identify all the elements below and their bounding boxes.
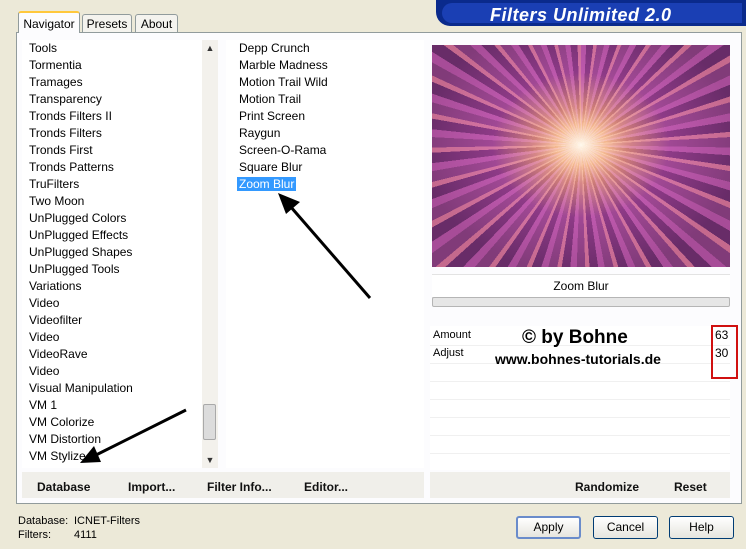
param-row — [430, 382, 730, 400]
category-item[interactable]: Transparency — [22, 91, 202, 108]
param-row — [430, 436, 730, 454]
filter-list[interactable]: Depp Crunch Marble Madness Motion Trail Wi… — [226, 40, 424, 468]
tab-presets[interactable]: Presets — [82, 14, 132, 32]
status-filters-label: Filters: — [18, 529, 51, 541]
status-database-label: Database: — [18, 515, 69, 527]
tab-navigator[interactable]: Navigator — [18, 11, 80, 33]
filter-item-label: Motion Trail — [239, 92, 302, 106]
scrollbar-thumb[interactable] — [203, 404, 216, 440]
category-list[interactable]: Tools Tormentia Tramages Transparency Tronds… — [22, 40, 202, 468]
category-item[interactable]: UnPlugged Colors — [22, 210, 202, 227]
category-item[interactable]: VM Colorize — [22, 414, 202, 431]
navigator-button-bar: Database Import... Filter Info... Editor… — [22, 472, 424, 498]
category-item[interactable]: UnPlugged Effects — [22, 227, 202, 244]
category-item[interactable]: VM 1 — [22, 397, 202, 414]
param-label: Adjust — [433, 347, 464, 359]
category-item[interactable]: Video — [22, 363, 202, 380]
category-item[interactable]: Tronds First — [22, 142, 202, 159]
status-filters-value: 4111 — [74, 529, 97, 541]
tab-about[interactable]: About — [135, 14, 178, 32]
scroll-down-icon[interactable]: ▼ — [202, 452, 218, 468]
param-row — [430, 418, 730, 436]
filter-item-label: Zoom Blur — [237, 177, 297, 191]
database-button[interactable]: Database — [37, 480, 90, 494]
category-item[interactable]: Tronds Filters II — [22, 108, 202, 125]
filter-item[interactable]: Square Blur — [226, 159, 424, 176]
status-database-value: ICNET-Filters — [74, 515, 140, 527]
category-item[interactable]: Video — [22, 329, 202, 346]
title-banner: Filters Unlimited 2.0 — [436, 0, 746, 26]
watermark-website: www.bohnes-tutorials.de — [495, 351, 661, 367]
filter-item[interactable]: Marble Madness — [226, 57, 424, 74]
category-item[interactable]: Visual Manipulation — [22, 380, 202, 397]
filter-item[interactable]: Raygun — [226, 125, 424, 142]
category-item[interactable]: Videofilter — [22, 312, 202, 329]
filter-item[interactable]: Depp Crunch — [226, 40, 424, 57]
category-item[interactable]: UnPlugged Shapes — [22, 244, 202, 261]
preview-progress-bar — [432, 297, 730, 307]
category-item[interactable]: Two Moon — [22, 193, 202, 210]
cancel-button[interactable]: Cancel — [593, 516, 658, 539]
category-item[interactable]: VM Distortion — [22, 431, 202, 448]
title-banner-inner: Filters Unlimited 2.0 — [442, 3, 742, 25]
reset-button[interactable]: Reset — [674, 480, 707, 494]
category-item[interactable]: Tramages — [22, 74, 202, 91]
category-item[interactable]: Video — [22, 295, 202, 312]
category-item[interactable]: VideoRave — [22, 346, 202, 363]
category-item[interactable]: Tronds Filters — [22, 125, 202, 142]
filter-item-label: Depp Crunch — [239, 41, 310, 55]
filter-item-label: Raygun — [239, 126, 281, 140]
help-button[interactable]: Help — [669, 516, 734, 539]
category-item[interactable]: UnPlugged Tools — [22, 261, 202, 278]
randomize-button[interactable]: Randomize — [575, 480, 639, 494]
category-scrollbar[interactable]: ▲ ▼ — [202, 40, 218, 468]
app-title: Filters Unlimited 2.0 — [490, 5, 672, 25]
category-item[interactable]: Tools — [22, 40, 202, 57]
filter-item-label: Marble Madness — [239, 58, 328, 72]
filter-item-label: Motion Trail Wild — [239, 75, 328, 89]
category-item[interactable]: Tormentia — [22, 57, 202, 74]
category-item[interactable]: VM Stylize — [22, 448, 202, 465]
filter-item[interactable]: Screen-O-Rama — [226, 142, 424, 159]
filter-item-label: Print Screen — [239, 109, 306, 123]
filter-item-label: Square Blur — [239, 160, 303, 174]
filter-info-button[interactable]: Filter Info... — [207, 480, 272, 494]
filter-item[interactable]: Motion Trail Wild — [226, 74, 424, 91]
preview-button-bar: Randomize Reset — [430, 472, 730, 498]
editor-button[interactable]: Editor... — [304, 480, 348, 494]
preview-image — [432, 45, 730, 267]
category-item[interactable]: TruFilters — [22, 176, 202, 193]
preview-filter-name: Zoom Blur — [432, 274, 730, 298]
filter-item-label: Screen-O-Rama — [239, 143, 327, 157]
scroll-up-icon[interactable]: ▲ — [202, 40, 218, 56]
filter-item[interactable]: Zoom Blur — [226, 176, 424, 193]
apply-button[interactable]: Apply — [516, 516, 581, 539]
filter-item[interactable]: Motion Trail — [226, 91, 424, 108]
param-row — [430, 400, 730, 418]
filter-item[interactable]: Print Screen — [226, 108, 424, 125]
param-label: Amount — [433, 329, 471, 341]
value-highlight-box — [711, 325, 738, 379]
import-button[interactable]: Import... — [128, 480, 175, 494]
category-item[interactable]: Tronds Patterns — [22, 159, 202, 176]
watermark-copyright: © by Bohne — [522, 327, 628, 348]
category-item[interactable]: Variations — [22, 278, 202, 295]
